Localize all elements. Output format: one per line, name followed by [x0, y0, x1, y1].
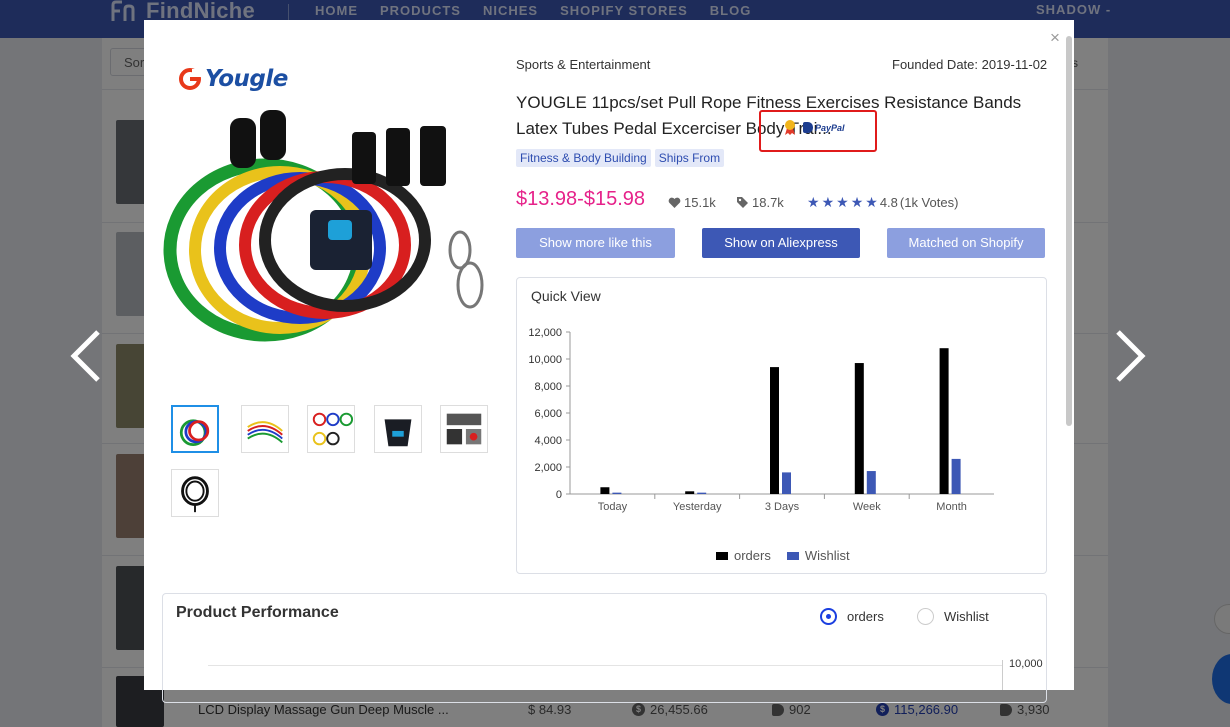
thumbnail-3[interactable] [307, 405, 355, 453]
y-tick-label: 4,000 [534, 435, 562, 447]
bar-orders [939, 348, 949, 494]
performance-axis [1002, 660, 1003, 690]
tags-stat: 18.7k [736, 195, 784, 210]
close-icon[interactable]: × [1050, 28, 1060, 48]
star-icon: ★ [807, 194, 820, 210]
radio-wishlist-label: Wishlist [944, 609, 989, 624]
y-tick-label: 8,000 [534, 381, 562, 393]
star-icon: ★ [865, 194, 878, 210]
bar-orders [854, 363, 864, 494]
x-tick-label: 3 Days [765, 501, 800, 513]
legend-orders-label: orders [734, 548, 771, 563]
bar-wishlist [866, 471, 876, 494]
modal-scrollbar[interactable] [1066, 36, 1072, 426]
star-icon: ★ [821, 194, 835, 210]
x-tick-label: Month [936, 501, 967, 513]
brand-name: Yougle [205, 66, 288, 92]
performance-ytick: 10,000 [1009, 658, 1043, 670]
matched-on-shopify-button[interactable]: Matched on Shopify [887, 228, 1045, 258]
show-on-aliexpress-button[interactable]: Show on Aliexpress [702, 228, 860, 258]
x-tick-label: Today [598, 501, 628, 513]
radio-circle-selected[interactable] [820, 608, 837, 625]
y-tick-label: 0 [556, 489, 562, 501]
legend-swatch [716, 551, 728, 560]
x-tick-label: Yesterday [673, 501, 722, 513]
rating-votes: (1k Votes) [899, 195, 959, 210]
founded-date: Founded Date: 2019-11-02 [892, 57, 1048, 72]
quick-view-title: Quick View [531, 288, 601, 304]
chevron-right-icon[interactable] [1110, 328, 1150, 384]
bar-orders [685, 491, 695, 494]
paypal-mark [803, 122, 813, 133]
product-main-image[interactable] [160, 100, 500, 352]
product-tags: Fitness & Body Building Ships From [516, 149, 725, 167]
rating-value: 4.8 [879, 195, 898, 210]
bar-wishlist [951, 458, 961, 494]
legend-swatch [786, 551, 799, 560]
yougle-logo-icon [179, 68, 202, 90]
thumbnail-image [312, 412, 354, 446]
radio-orders-label: orders [847, 609, 884, 624]
brand-logo: Yougle [178, 66, 288, 92]
bar-orders [600, 487, 610, 494]
paypal-label: PayPal [815, 122, 845, 133]
bar-wishlist [612, 492, 622, 494]
performance-gridline [208, 665, 1002, 666]
likes-stat: 15.1k [668, 195, 716, 210]
award-icon [785, 120, 795, 135]
quick-view-chart: 0 2,000 4,000 6,000 8,000 10,000 12,000 Today Ye… [528, 327, 994, 513]
bar-wishlist [782, 472, 791, 494]
thumbnail-image [446, 413, 482, 445]
rating: ★ ★ ★ ★ ★ 4.8 (1k Votes) [807, 194, 958, 211]
chevron-left-icon[interactable] [68, 328, 108, 384]
paypal-icon: PayPal [803, 122, 845, 133]
thumbnail-1[interactable] [171, 405, 219, 453]
tag-fitness[interactable]: Fitness & Body Building [516, 149, 651, 167]
y-tick-label: 6,000 [534, 408, 562, 420]
bar-orders [770, 367, 779, 494]
thumbnail-image [384, 419, 412, 447]
product-price: $13.98-$15.98 [516, 188, 646, 210]
thumbnail-image [247, 421, 283, 444]
y-tick-label: 12,000 [528, 327, 562, 339]
thumbnail-image [181, 476, 209, 513]
legend-wishlist[interactable]: Wishlist [786, 548, 850, 563]
show-more-like-button[interactable]: Show more like this [516, 228, 675, 258]
thumbnail-6[interactable] [171, 469, 219, 517]
radio-wishlist[interactable]: Wishlist [917, 608, 989, 625]
radio-orders[interactable]: orders [820, 608, 884, 625]
star-icon: ★ [850, 194, 864, 210]
x-tick-label: Week [853, 501, 881, 513]
thumbnail-2[interactable] [241, 405, 289, 453]
thumbnail-image [179, 419, 210, 446]
likes-count: 15.1k [684, 195, 716, 210]
tag-count: 18.7k [752, 195, 784, 210]
heart-icon [668, 197, 681, 208]
chart-legend: orders Wishlist [716, 548, 850, 563]
legend-orders[interactable]: orders [716, 548, 771, 563]
tag-icon [737, 197, 748, 208]
star-icon: ★ [836, 194, 849, 210]
y-tick-label: 10,000 [528, 354, 562, 366]
thumbnail-5[interactable] [440, 405, 488, 453]
tag-ships-from[interactable]: Ships From [654, 149, 725, 167]
thumbnail-4[interactable] [374, 405, 422, 453]
y-tick-label: 2,000 [534, 462, 562, 474]
legend-wishlist-label: Wishlist [804, 548, 850, 563]
radio-circle[interactable] [917, 608, 934, 625]
product-category[interactable]: Sports & Entertainment [516, 57, 650, 72]
bar-wishlist [697, 492, 707, 494]
product-performance-title: Product Performance [176, 604, 339, 621]
